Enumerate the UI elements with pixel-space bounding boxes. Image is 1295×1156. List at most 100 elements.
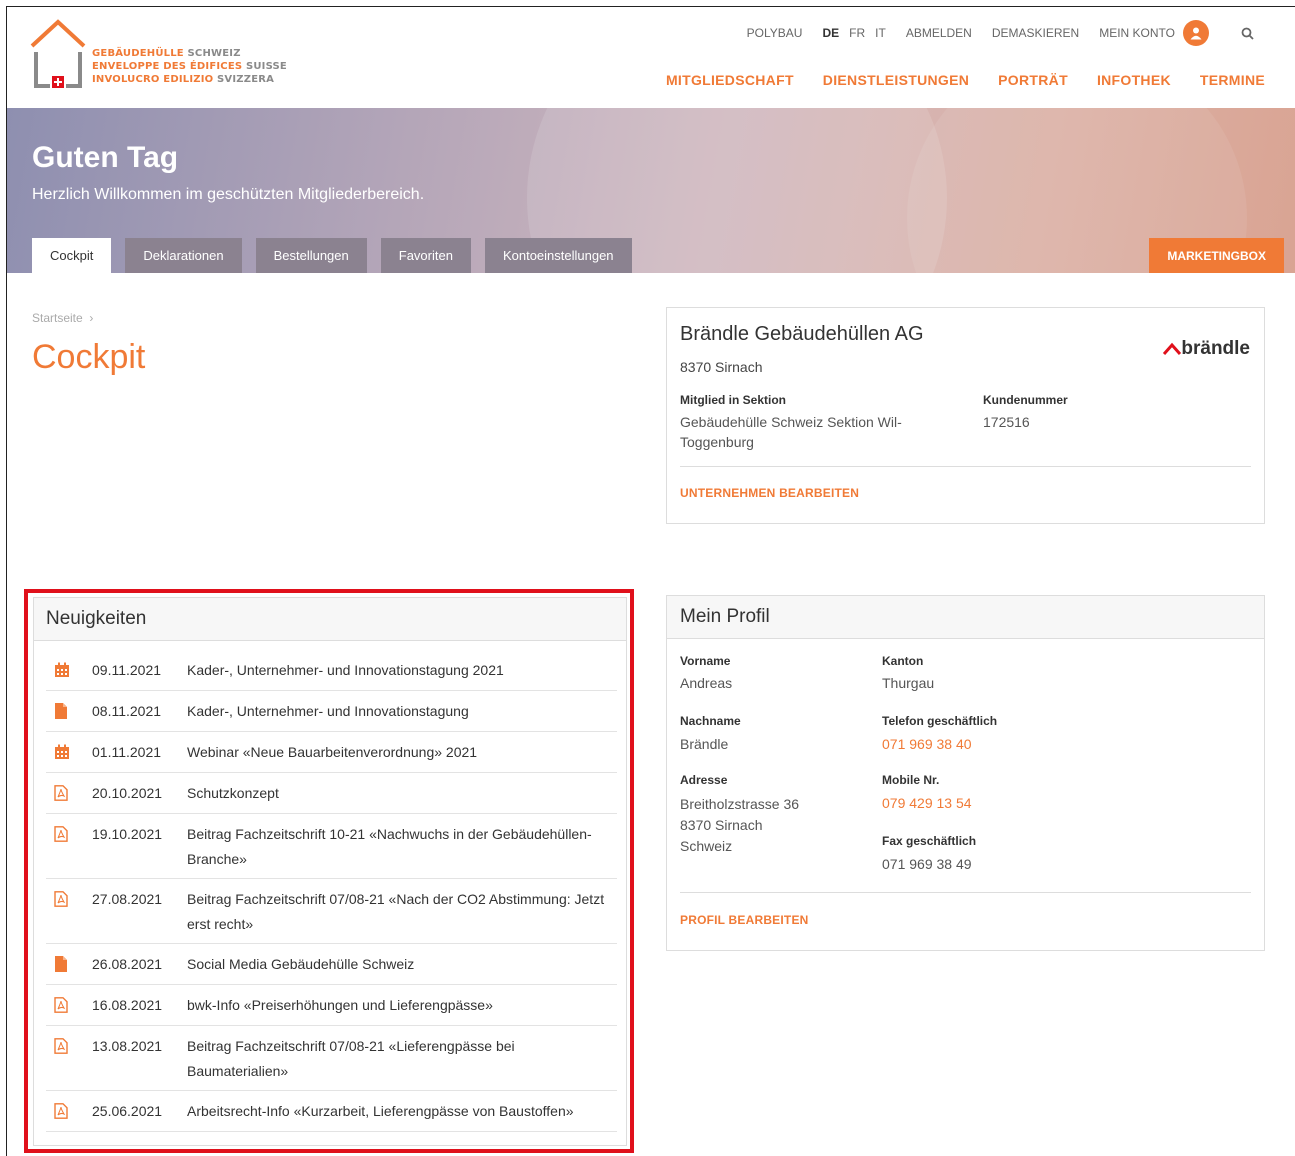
- nav-portraet[interactable]: PORTRÄT: [998, 72, 1068, 88]
- news-link[interactable]: Beitrag Fachzeitschrift 10-21 «Nachwuchs…: [187, 822, 617, 878]
- company-card: Brändle Gebäudehüllen AG 8370 Sirnach br…: [666, 307, 1265, 524]
- news-item[interactable]: 27.08.2021 Beitrag Fachzeitschrift 07/08-…: [46, 879, 617, 944]
- news-item[interactable]: 20.10.2021 Schutzkonzept: [46, 773, 617, 814]
- polybau-link[interactable]: POLYBAU: [747, 26, 803, 40]
- news-item[interactable]: 25.06.2021 Arbeitsrecht-Info «Kurzarbeit,…: [46, 1091, 617, 1132]
- vorname-label: Vorname: [680, 654, 731, 668]
- news-date: 25.06.2021: [92, 1103, 163, 1119]
- logout-link[interactable]: ABMELDEN: [906, 26, 972, 40]
- tab-deklarationen[interactable]: Deklarationen: [125, 238, 242, 273]
- tab-favoriten[interactable]: Favoriten: [380, 238, 471, 273]
- news-list: 09.11.2021 Kader-, Unternehmer- und Innov…: [46, 650, 617, 1132]
- company-divider: [680, 466, 1251, 467]
- news-date: 16.08.2021: [92, 997, 163, 1013]
- news-card: Neuigkeiten 09.11.2021 Kader-, Unternehme…: [33, 597, 627, 1146]
- mobile-label: Mobile Nr.: [882, 773, 940, 787]
- pdf-icon: [46, 891, 92, 912]
- kanton-value: Thurgau: [882, 675, 935, 691]
- main-navigation: MITGLIEDSCHAFT DIENSTLEISTUNGEN PORTRÄT …: [637, 72, 1265, 88]
- kundennummer-value: 172516: [983, 414, 1030, 430]
- breadcrumb: Startseite ›: [32, 311, 93, 325]
- hero-banner: Guten Tag Herzlich Willkommen im geschüt…: [7, 108, 1295, 273]
- news-item[interactable]: 08.11.2021 Kader-, Unternehmer- und Innov…: [46, 691, 617, 732]
- news-date: 13.08.2021: [92, 1038, 163, 1054]
- news-item[interactable]: 19.10.2021 Beitrag Fachzeitschrift 10-21 …: [46, 814, 617, 879]
- vorname-value: Andreas: [680, 675, 733, 691]
- marketingbox-button[interactable]: MARKETINGBOX: [1149, 238, 1284, 273]
- profile-divider: [680, 892, 1251, 893]
- news-link[interactable]: Social Media Gebäudehülle Schweiz: [187, 952, 617, 983]
- brand-mark-icon: [1163, 342, 1182, 355]
- nav-mitgliedschaft[interactable]: MITGLIEDSCHAFT: [666, 72, 794, 88]
- news-date: 27.08.2021: [92, 891, 163, 907]
- tab-bestellungen[interactable]: Bestellungen: [255, 238, 367, 273]
- page-title: Cockpit: [32, 338, 146, 376]
- news-date: 20.10.2021: [92, 785, 163, 801]
- news-date: 19.10.2021: [92, 826, 163, 842]
- tab-cockpit[interactable]: Cockpit: [32, 238, 112, 273]
- edit-company-link[interactable]: UNTERNEHMEN BEARBEITEN: [680, 486, 859, 500]
- fax-value: 071 969 38 49: [882, 856, 972, 872]
- news-link[interactable]: bwk-Info «Preiserhöhungen und Lieferengp…: [187, 993, 617, 1024]
- document-icon: [46, 956, 92, 977]
- news-item[interactable]: 01.11.2021 Webinar «Neue Bauarbeitenveror…: [46, 732, 617, 773]
- adresse-value: Breitholzstrasse 36 8370 Sirnach Schweiz: [680, 796, 800, 854]
- company-brand-logo: brändle: [1163, 338, 1250, 360]
- telefon-label: Telefon geschäftlich: [882, 714, 998, 728]
- search-icon[interactable]: [1239, 25, 1255, 41]
- adresse-label: Adresse: [680, 773, 728, 787]
- nachname-label: Nachname: [680, 714, 741, 728]
- news-item[interactable]: 16.08.2021 bwk-Info «Preiserhöhungen und …: [46, 985, 617, 1026]
- company-city: 8370 Sirnach: [680, 359, 763, 375]
- hero-title: Guten Tag: [32, 141, 179, 174]
- news-date: 01.11.2021: [92, 744, 162, 760]
- sektion-value: Gebäudehülle Schweiz Sektion Wil-Toggenb…: [680, 414, 902, 450]
- news-title: Neuigkeiten: [34, 598, 626, 641]
- my-account-link[interactable]: MEIN KONTO: [1099, 26, 1175, 40]
- news-link[interactable]: Beitrag Fachzeitschrift 07/08-21 «Nach d…: [187, 887, 617, 943]
- hero-subtitle: Herzlich Willkommen im geschützten Mitgl…: [32, 186, 425, 203]
- news-item[interactable]: 09.11.2021 Kader-, Unternehmer- und Innov…: [46, 650, 617, 691]
- nav-dienstleistungen[interactable]: DIENSTLEISTUNGEN: [823, 72, 969, 88]
- news-date: 09.11.2021: [92, 662, 162, 678]
- news-date: 08.11.2021: [92, 703, 162, 719]
- breadcrumb-chevron-icon: ›: [86, 311, 94, 325]
- telefon-link[interactable]: 071 969 38 40: [882, 734, 972, 754]
- nachname-value: Brändle: [680, 736, 729, 752]
- kundennummer-label: Kundenummer: [983, 393, 1068, 407]
- unmask-link[interactable]: DEMASKIEREN: [992, 26, 1079, 40]
- pdf-icon: [46, 997, 92, 1018]
- kanton-label: Kanton: [882, 654, 924, 668]
- logo-text: GEBÄUDEHÜLLE SCHWEIZ ENVELOPPE DES ÉDIFI…: [92, 48, 287, 85]
- news-link[interactable]: Beitrag Fachzeitschrift 07/08-21 «Liefer…: [187, 1034, 617, 1090]
- company-name: Brändle Gebäudehüllen AG: [680, 323, 924, 345]
- tab-kontoeinstellungen[interactable]: Kontoeinstellungen: [484, 238, 632, 273]
- lang-de[interactable]: DE: [822, 26, 839, 40]
- user-icon[interactable]: [1183, 20, 1209, 46]
- news-link[interactable]: Kader-, Unternehmer- und Innovationstagu…: [187, 699, 617, 730]
- news-link[interactable]: Kader-, Unternehmer- und Innovationstagu…: [187, 658, 617, 689]
- language-switcher: DE FR IT: [822, 26, 885, 40]
- news-link[interactable]: Webinar «Neue Bauarbeitenverordnung» 202…: [187, 740, 617, 771]
- document-icon: [46, 703, 92, 724]
- nav-termine[interactable]: TERMINE: [1200, 72, 1265, 88]
- lang-fr[interactable]: FR: [849, 26, 865, 40]
- news-item[interactable]: 26.08.2021 Social Media Gebäudehülle Schw…: [46, 944, 617, 985]
- edit-profile-link[interactable]: PROFIL BEARBEITEN: [680, 913, 809, 927]
- mobile-link[interactable]: 079 429 13 54: [882, 793, 972, 813]
- lang-it[interactable]: IT: [875, 26, 886, 40]
- news-link[interactable]: Schutzkonzept: [187, 781, 617, 812]
- news-item[interactable]: 13.08.2021 Beitrag Fachzeitschrift 07/08-…: [46, 1026, 617, 1091]
- breadcrumb-home[interactable]: Startseite: [32, 311, 83, 325]
- member-tabs: Cockpit Deklarationen Bestellungen Favor…: [32, 238, 646, 273]
- calendar-icon: [46, 744, 92, 765]
- house-logo-icon: [30, 19, 86, 88]
- news-date: 26.08.2021: [92, 956, 163, 972]
- pdf-icon: [46, 826, 92, 847]
- calendar-icon: [46, 662, 92, 683]
- news-link[interactable]: Arbeitsrecht-Info «Kurzarbeit, Liefereng…: [187, 1099, 617, 1130]
- nav-infothek[interactable]: INFOTHEK: [1097, 72, 1171, 88]
- pdf-icon: [46, 785, 92, 806]
- pdf-icon: [46, 1038, 92, 1059]
- sektion-label: Mitglied in Sektion: [680, 393, 787, 407]
